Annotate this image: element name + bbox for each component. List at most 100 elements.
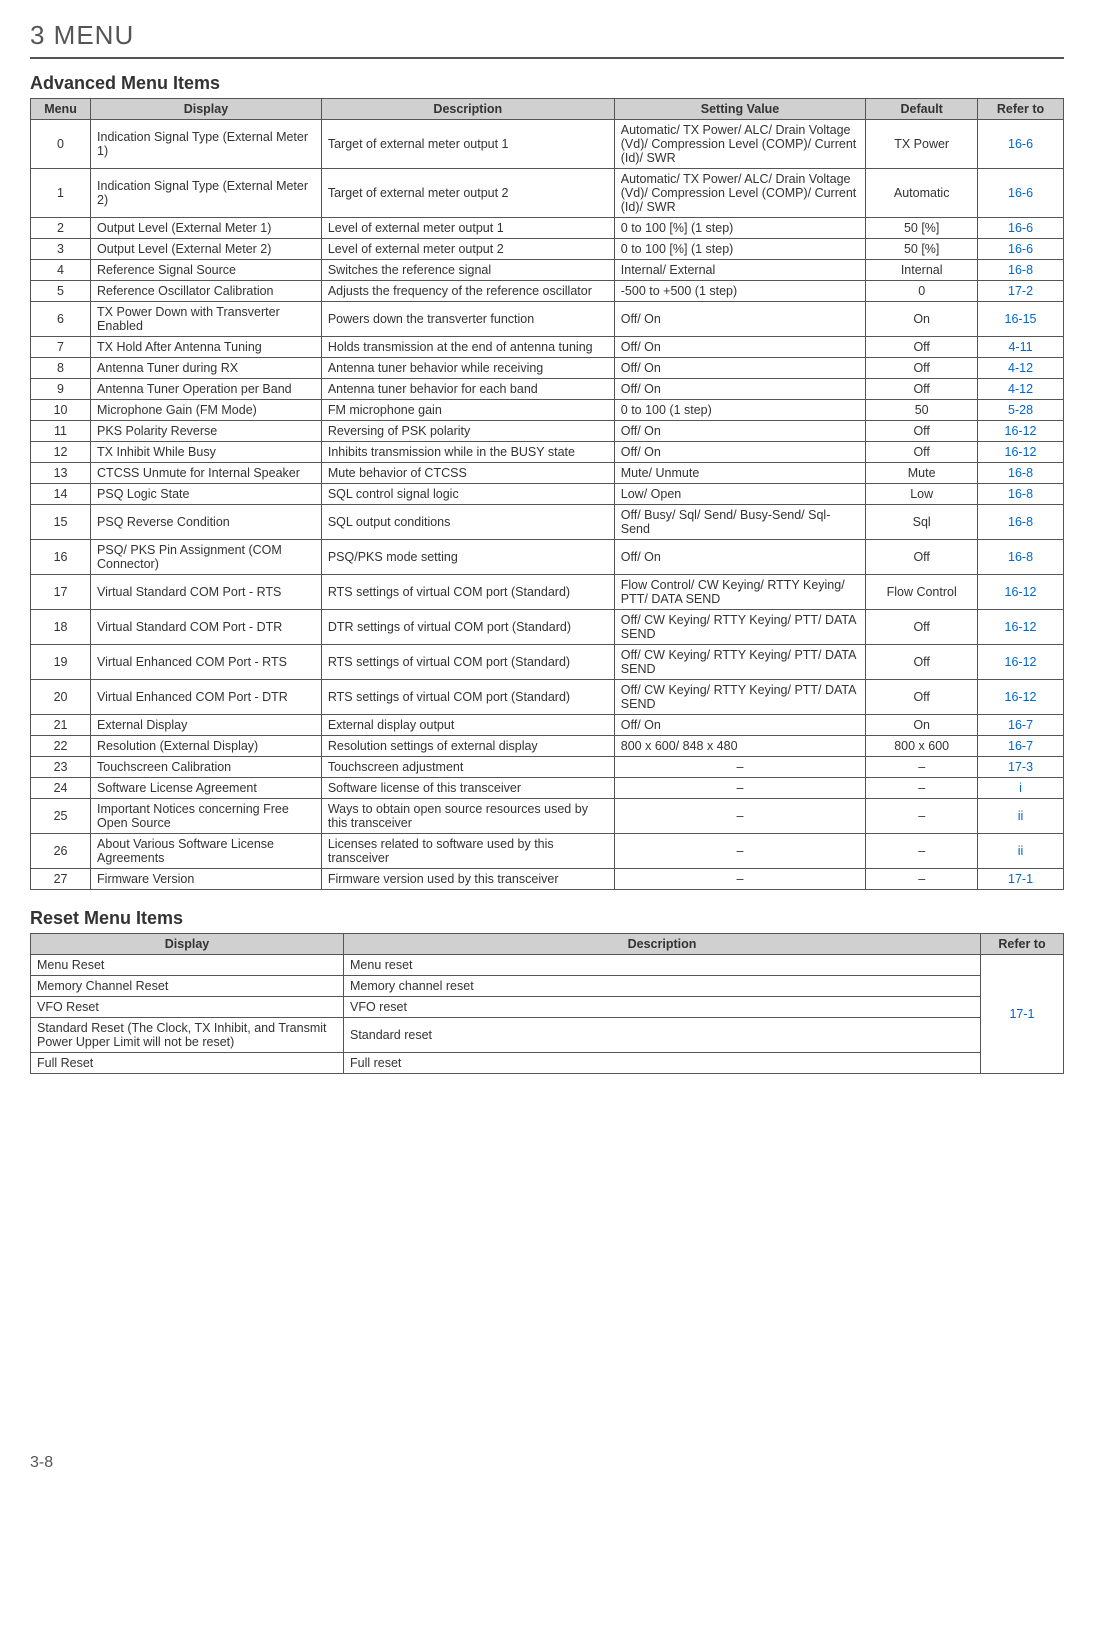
cell-description: SQL output conditions xyxy=(321,505,614,540)
cell-default: 50 [%] xyxy=(866,239,978,260)
cell-display: Virtual Standard COM Port - DTR xyxy=(91,610,322,645)
table-row: 14PSQ Logic StateSQL control signal logi… xyxy=(31,484,1064,505)
cell-display: Antenna Tuner Operation per Band xyxy=(91,379,322,400)
table-row: 11PKS Polarity ReverseReversing of PSK p… xyxy=(31,421,1064,442)
cell-menu: 4 xyxy=(31,260,91,281)
col-display: Display xyxy=(31,934,344,955)
cell-description: Switches the reference signal xyxy=(321,260,614,281)
table-row: 27Firmware VersionFirmware version used … xyxy=(31,869,1064,890)
advanced-menu-title: Advanced Menu Items xyxy=(30,73,1064,94)
cell-display: Reference Oscillator Calibration xyxy=(91,281,322,302)
cell-refer[interactable]: 16-7 xyxy=(978,736,1064,757)
cell-menu: 25 xyxy=(31,799,91,834)
cell-display: Reference Signal Source xyxy=(91,260,322,281)
cell-refer[interactable]: 16-12 xyxy=(978,645,1064,680)
cell-description: Licenses related to software used by thi… xyxy=(321,834,614,869)
cell-description: PSQ/PKS mode setting xyxy=(321,540,614,575)
cell-menu: 3 xyxy=(31,239,91,260)
table-row: Standard Reset (The Clock, TX Inhibit, a… xyxy=(31,1018,1064,1053)
cell-refer[interactable]: 17-1 xyxy=(978,869,1064,890)
cell-menu: 20 xyxy=(31,680,91,715)
cell-menu: 12 xyxy=(31,442,91,463)
cell-setting: Off/ On xyxy=(614,442,866,463)
col-display: Display xyxy=(91,99,322,120)
cell-setting: Off/ On xyxy=(614,358,866,379)
cell-menu: 14 xyxy=(31,484,91,505)
table-row: 13CTCSS Unmute for Internal SpeakerMute … xyxy=(31,463,1064,484)
cell-default: Off xyxy=(866,421,978,442)
cell-description: External display output xyxy=(321,715,614,736)
cell-display: TX Power Down with Transverter Enabled xyxy=(91,302,322,337)
cell-refer[interactable]: 16-12 xyxy=(978,610,1064,645)
col-refer: Refer to xyxy=(981,934,1064,955)
cell-refer[interactable]: 4-11 xyxy=(978,337,1064,358)
cell-refer[interactable]: 4-12 xyxy=(978,379,1064,400)
cell-refer[interactable]: 16-12 xyxy=(978,442,1064,463)
cell-refer[interactable]: i xyxy=(978,778,1064,799)
cell-description: Adjusts the frequency of the reference o… xyxy=(321,281,614,302)
cell-refer[interactable]: 16-12 xyxy=(978,575,1064,610)
cell-display: PSQ Logic State xyxy=(91,484,322,505)
cell-description: RTS settings of virtual COM port (Standa… xyxy=(321,645,614,680)
cell-refer[interactable]: ii xyxy=(978,799,1064,834)
cell-refer[interactable]: 16-12 xyxy=(978,680,1064,715)
cell-setting: -500 to +500 (1 step) xyxy=(614,281,866,302)
cell-refer[interactable]: 16-6 xyxy=(978,218,1064,239)
cell-refer[interactable]: 16-15 xyxy=(978,302,1064,337)
cell-refer[interactable]: 16-8 xyxy=(978,540,1064,575)
cell-refer[interactable]: 16-6 xyxy=(978,120,1064,169)
cell-default: 50 [%] xyxy=(866,218,978,239)
cell-refer[interactable]: 16-8 xyxy=(978,484,1064,505)
cell-display: Output Level (External Meter 2) xyxy=(91,239,322,260)
cell-setting: 0 to 100 [%] (1 step) xyxy=(614,239,866,260)
cell-setting: Off/ CW Keying/ RTTY Keying/ PTT/ DATA S… xyxy=(614,680,866,715)
cell-display: CTCSS Unmute for Internal Speaker xyxy=(91,463,322,484)
cell-refer[interactable]: 4-12 xyxy=(978,358,1064,379)
cell-description: Standard reset xyxy=(344,1018,981,1053)
cell-refer[interactable]: 16-12 xyxy=(978,421,1064,442)
cell-refer[interactable]: 17-1 xyxy=(981,955,1064,1074)
cell-default: Off xyxy=(866,442,978,463)
cell-display: Antenna Tuner during RX xyxy=(91,358,322,379)
cell-refer[interactable]: 16-8 xyxy=(978,463,1064,484)
cell-setting: – xyxy=(614,778,866,799)
cell-menu: 18 xyxy=(31,610,91,645)
cell-default: Off xyxy=(866,337,978,358)
cell-menu: 21 xyxy=(31,715,91,736)
cell-description: Inhibits transmission while in the BUSY … xyxy=(321,442,614,463)
advanced-menu-table: Menu Display Description Setting Value D… xyxy=(30,98,1064,890)
reset-menu-table: Display Description Refer to Menu ResetM… xyxy=(30,933,1064,1074)
cell-refer[interactable]: 16-8 xyxy=(978,260,1064,281)
cell-description: Ways to obtain open source resources use… xyxy=(321,799,614,834)
cell-menu: 13 xyxy=(31,463,91,484)
col-menu: Menu xyxy=(31,99,91,120)
reset-menu-title: Reset Menu Items xyxy=(30,908,1064,929)
table-row: 16PSQ/ PKS Pin Assignment (COM Connector… xyxy=(31,540,1064,575)
cell-refer[interactable]: 17-2 xyxy=(978,281,1064,302)
cell-refer[interactable]: ii xyxy=(978,834,1064,869)
cell-refer[interactable]: 16-7 xyxy=(978,715,1064,736)
table-row: 23Touchscreen CalibrationTouchscreen adj… xyxy=(31,757,1064,778)
cell-setting: Internal/ External xyxy=(614,260,866,281)
cell-setting: Automatic/ TX Power/ ALC/ Drain Voltage … xyxy=(614,120,866,169)
cell-refer[interactable]: 16-6 xyxy=(978,169,1064,218)
cell-refer[interactable]: 16-6 xyxy=(978,239,1064,260)
cell-setting: Automatic/ TX Power/ ALC/ Drain Voltage … xyxy=(614,169,866,218)
cell-refer[interactable]: 17-3 xyxy=(978,757,1064,778)
cell-default: – xyxy=(866,799,978,834)
cell-menu: 10 xyxy=(31,400,91,421)
cell-setting: Off/ On xyxy=(614,337,866,358)
cell-description: Target of external meter output 1 xyxy=(321,120,614,169)
cell-display: Indication Signal Type (External Meter 2… xyxy=(91,169,322,218)
cell-refer[interactable]: 5-28 xyxy=(978,400,1064,421)
cell-description: RTS settings of virtual COM port (Standa… xyxy=(321,575,614,610)
table-row: Menu ResetMenu reset17-1 xyxy=(31,955,1064,976)
cell-setting: Off/ Busy/ Sql/ Send/ Busy-Send/ Sql-Sen… xyxy=(614,505,866,540)
table-row: 25Important Notices concerning Free Open… xyxy=(31,799,1064,834)
cell-menu: 15 xyxy=(31,505,91,540)
table-row: 12TX Inhibit While BusyInhibits transmis… xyxy=(31,442,1064,463)
cell-menu: 7 xyxy=(31,337,91,358)
cell-refer[interactable]: 16-8 xyxy=(978,505,1064,540)
table-row: 26About Various Software License Agreeme… xyxy=(31,834,1064,869)
cell-setting: Flow Control/ CW Keying/ RTTY Keying/ PT… xyxy=(614,575,866,610)
